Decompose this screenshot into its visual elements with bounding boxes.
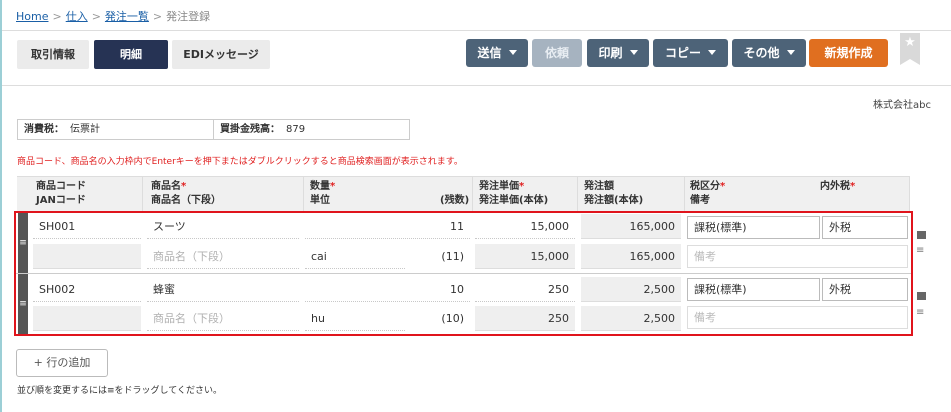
chevron-down-icon <box>508 50 517 55</box>
breadcrumb-home-link[interactable]: Home <box>16 10 48 23</box>
tab-edi-message[interactable]: EDIメッセージ <box>172 40 270 69</box>
new-create-button[interactable]: 新規作成 <box>809 39 888 67</box>
breadcrumb: Home > 仕入 > 発注一覧 > 発注登録 <box>16 10 211 23</box>
tab-details[interactable]: 明細 <box>94 40 168 69</box>
left-accent-line <box>0 0 2 412</box>
breadcrumb-current: 発注登録 <box>166 10 211 23</box>
tax-label: 消費税： <box>24 124 64 135</box>
breadcrumb-order-list-link[interactable]: 発注一覧 <box>105 10 149 23</box>
selection-highlight <box>14 211 913 336</box>
balance-cell: 買掛金残高： 879 <box>213 120 409 139</box>
summary-box: 消費税： 伝票計 買掛金残高： 879 <box>17 119 410 140</box>
header-amount: 発注額 発注額(本体) <box>584 181 644 206</box>
header-divider <box>2 30 951 31</box>
header-qty: 数量* 単位 <box>310 181 336 206</box>
drag-hint: 並び順を変更するには≡をドラッグしてください。 <box>17 386 223 396</box>
request-button[interactable]: 依頼 <box>532 39 582 67</box>
send-button[interactable]: 送信 <box>466 39 528 67</box>
print-button[interactable]: 印刷 <box>587 39 649 67</box>
row-action-icon[interactable] <box>917 292 926 300</box>
add-row-button[interactable]: + 行の追加 <box>16 349 108 377</box>
send-button-label: 送信 <box>477 46 502 60</box>
header-code: 商品コード JANコード <box>36 181 86 206</box>
balance-label: 買掛金残高： <box>220 124 280 135</box>
copy-button-label: コピー <box>664 46 701 60</box>
balance-value: 879 <box>286 124 306 135</box>
column-divider <box>303 176 304 211</box>
column-divider <box>909 176 910 211</box>
company-name: 株式会社abc <box>873 100 931 111</box>
toolbar-divider <box>2 85 951 86</box>
header-tax-incl: 内外税* <box>820 181 856 192</box>
chevron-down-icon <box>708 50 716 55</box>
table-header: 商品コード JANコード 商品名* 商品名（下段） 数量* 単位 (残数) 発注単価*… <box>17 176 910 211</box>
chevron-down-icon <box>786 50 795 55</box>
chevron-down-icon <box>629 50 638 55</box>
header-price: 発注単価* 発注単価(本体) <box>479 181 549 206</box>
tax-cell: 消費税： 伝票計 <box>18 120 213 139</box>
column-divider <box>142 176 143 211</box>
header-tax-class: 税区分* 備考 <box>690 181 726 206</box>
column-divider <box>472 176 473 211</box>
row-action-icon[interactable] <box>917 231 926 239</box>
copy-button[interactable]: コピー <box>653 39 728 67</box>
header-name: 商品名* 商品名（下段） <box>151 181 221 206</box>
tab-transaction-info[interactable]: 取引情報 <box>17 40 89 69</box>
row-menu-icon[interactable]: ≡ <box>916 308 924 318</box>
search-notice: 商品コード、商品名の入力枠内でEnterキーを押下またはダブルクリックすると商品… <box>17 157 463 167</box>
bookmark-star-icon[interactable]: ★ <box>900 33 920 65</box>
print-button-label: 印刷 <box>598 46 623 60</box>
tax-value: 伝票計 <box>70 124 100 135</box>
breadcrumb-purchase-link[interactable]: 仕入 <box>66 10 88 23</box>
row-menu-icon[interactable]: ≡ <box>916 246 924 256</box>
other-button-label: その他 <box>743 46 780 60</box>
header-remaining: (残数) <box>440 195 470 206</box>
column-divider <box>684 176 685 211</box>
column-divider <box>577 176 578 211</box>
other-button[interactable]: その他 <box>732 39 806 67</box>
